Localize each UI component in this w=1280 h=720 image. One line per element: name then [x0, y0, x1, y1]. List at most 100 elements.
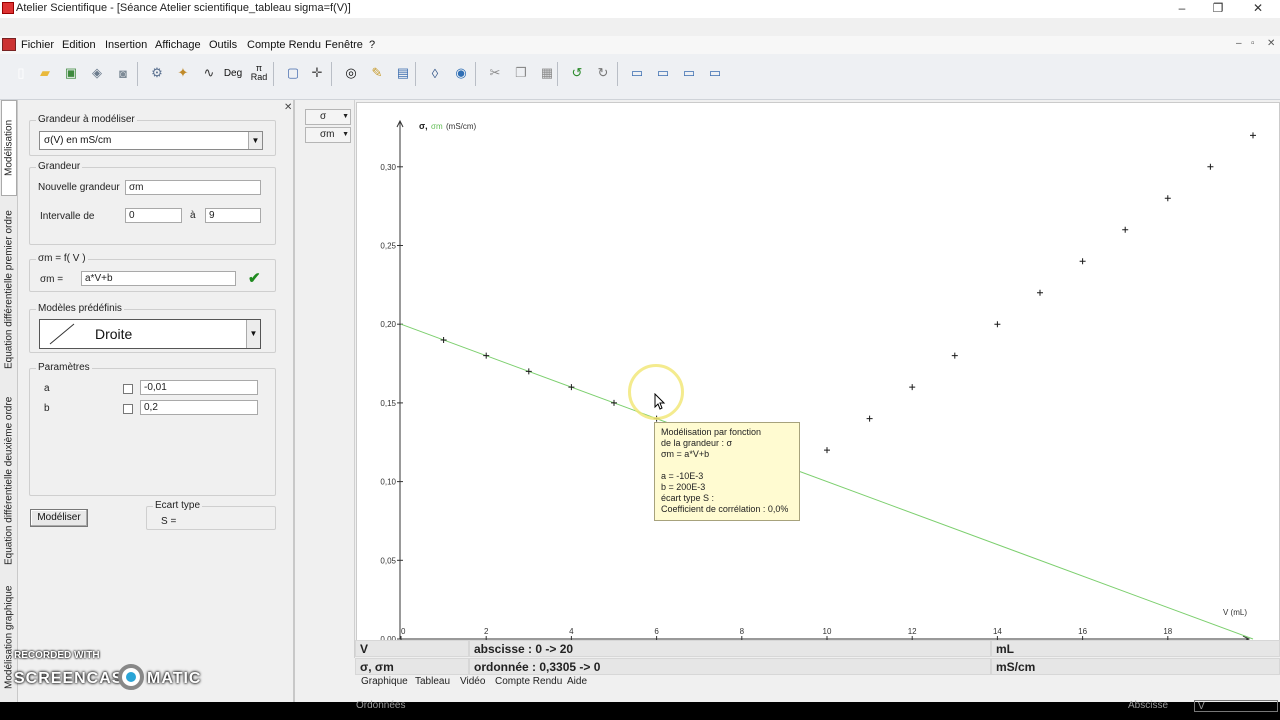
- undo-icon[interactable]: ↺: [566, 62, 588, 84]
- side-tab-deuxieme-ordre[interactable]: Equation différentielle deuxième ordre: [1, 386, 17, 576]
- line-model-icon: [49, 323, 75, 345]
- new-file-icon[interactable]: ▯: [10, 62, 32, 84]
- screencast-watermark: RECORDED WITH SCREENCAST MATIC: [10, 650, 210, 700]
- side-tab-premier-ordre[interactable]: Equation différentielle premier ordre: [1, 200, 17, 380]
- grandeur-selector-strip: σ ▼ σm ▼: [300, 100, 355, 658]
- tab-aide[interactable]: Aide: [567, 676, 587, 687]
- frame-icon[interactable]: ▢: [282, 62, 304, 84]
- data-point: [1250, 132, 1256, 139]
- side-tab-modelisation[interactable]: Modélisation: [1, 100, 17, 196]
- data-point: [483, 352, 490, 359]
- grandeur-a-modeliser-label: Grandeur à modéliser: [36, 114, 137, 125]
- param-a-field[interactable]: -0,01: [140, 380, 258, 395]
- scatter-chart[interactable]: 0,000,050,100,150,200,250,30024681012141…: [357, 103, 1279, 655]
- tooltip-line: Modélisation par fonction: [661, 427, 762, 437]
- panel-close-icon[interactable]: ✕: [284, 102, 292, 113]
- document-restore-button[interactable]: ▫: [1251, 38, 1255, 49]
- selector-sigma-label: σ: [320, 111, 327, 122]
- menu-help[interactable]: ?: [369, 39, 375, 51]
- window-3-icon[interactable]: ▭: [678, 62, 700, 84]
- abscisse-select[interactable]: V: [1194, 700, 1278, 712]
- nouvelle-grandeur-field[interactable]: σm: [125, 180, 261, 195]
- menu-fichier[interactable]: Fichier: [21, 39, 54, 51]
- menu-fenetre[interactable]: Fenêtre: [325, 39, 363, 51]
- properties-icon[interactable]: ◈: [86, 62, 108, 84]
- rad-icon[interactable]: π Rad: [248, 62, 270, 84]
- tab-tableau[interactable]: Tableau: [415, 676, 450, 687]
- tooltip-line: a = -10E-3: [661, 471, 704, 481]
- globe-icon[interactable]: ◉: [450, 62, 472, 84]
- checkmark-icon[interactable]: ✔: [248, 269, 261, 287]
- book-icon[interactable]: ▤: [392, 62, 414, 84]
- intervalle-to-field[interactable]: 9: [205, 208, 261, 223]
- tab-video[interactable]: Vidéo: [460, 676, 485, 687]
- restore-button[interactable]: ❐: [1200, 0, 1236, 16]
- window-4-icon[interactable]: ▭: [704, 62, 726, 84]
- tools-icon[interactable]: ⚙: [146, 62, 168, 84]
- modeles-group-label: Modèles prédéfinis: [36, 303, 124, 314]
- x-tick-label: 14: [993, 627, 1002, 636]
- data-point: [525, 368, 532, 375]
- toolbar-separator: [475, 62, 476, 86]
- menu-edition[interactable]: Edition: [62, 39, 96, 51]
- param-a-checkbox[interactable]: [123, 384, 133, 394]
- bottom-strip: Ordonnées Abscisse V: [0, 700, 1280, 720]
- data-point: [1164, 195, 1171, 202]
- x-tick-label: 8: [740, 627, 745, 636]
- window-1-icon[interactable]: ▭: [626, 62, 648, 84]
- paste-icon[interactable]: ▦: [536, 62, 558, 84]
- menu-bar: Fichier Edition Insertion Affichage Outi…: [0, 36, 1280, 54]
- y-variable-cell[interactable]: σ, σm: [355, 658, 469, 675]
- x-tick-label: 10: [823, 627, 832, 636]
- window-2-icon[interactable]: ▭: [652, 62, 674, 84]
- document-minimize-button[interactable]: –: [1236, 38, 1242, 49]
- selector-sigma[interactable]: σ ▼: [305, 109, 351, 125]
- data-point: [611, 399, 617, 406]
- modeliser-button[interactable]: Modéliser: [30, 509, 88, 527]
- target-icon[interactable]: ◎: [340, 62, 362, 84]
- copy-icon[interactable]: ❐: [510, 62, 532, 84]
- view-tabs: Graphique Tableau Vidéo Compte Rendu Aid…: [355, 676, 1280, 687]
- redo-icon[interactable]: ↻: [592, 62, 614, 84]
- x-variable-cell[interactable]: V: [355, 640, 469, 657]
- menu-insertion[interactable]: Insertion: [105, 39, 147, 51]
- data-point: [994, 321, 1001, 328]
- pencil-icon[interactable]: ✎: [366, 62, 388, 84]
- chevron-down-icon: ▼: [342, 131, 349, 138]
- equation-field[interactable]: a*V+b: [81, 271, 236, 286]
- graph-area[interactable]: 0,000,050,100,150,200,250,30024681012141…: [356, 102, 1280, 656]
- print-icon[interactable]: ◙: [112, 62, 134, 84]
- param-b-field[interactable]: 0,2: [140, 400, 258, 415]
- side-tab-strip: Modélisation Equation différentielle pre…: [0, 100, 18, 702]
- menu-affichage[interactable]: Affichage: [155, 39, 201, 51]
- cut-icon[interactable]: ✂: [484, 62, 506, 84]
- app-icon: [2, 2, 14, 14]
- curve-icon[interactable]: ∿: [198, 62, 220, 84]
- tooltip-line: b = 200E-3: [661, 482, 706, 492]
- data-point: [909, 384, 916, 391]
- data-point: [824, 447, 830, 454]
- document-close-button[interactable]: ✕: [1267, 38, 1275, 49]
- param-b-checkbox[interactable]: [123, 404, 133, 414]
- pointer-icon[interactable]: ✦: [172, 62, 194, 84]
- modele-select[interactable]: Droite ▼: [39, 319, 261, 349]
- document-icon[interactable]: [2, 38, 16, 51]
- menu-outils[interactable]: Outils: [209, 39, 237, 51]
- selector-sigma-m[interactable]: σm ▼: [305, 127, 351, 143]
- close-button[interactable]: ✕: [1240, 0, 1276, 16]
- tab-compte-rendu[interactable]: Compte Rendu: [495, 676, 562, 687]
- window-title: Atelier Scientifique - [Séance Atelier s…: [16, 2, 351, 14]
- parametres-group: Paramètres a -0,01 b 0,2: [29, 362, 276, 496]
- save-icon[interactable]: ▣: [60, 62, 82, 84]
- wave-icon[interactable]: ◊: [424, 62, 446, 84]
- tab-graphique[interactable]: Graphique: [361, 676, 408, 687]
- open-folder-icon[interactable]: ▰: [34, 62, 56, 84]
- grandeur-select[interactable]: σ(V) en mS/cm ▼: [39, 131, 263, 150]
- watermark-brand-left: SCREENCAST: [14, 670, 135, 687]
- menu-compte-rendu[interactable]: Compte Rendu: [247, 39, 321, 51]
- intervalle-from-field[interactable]: 0: [125, 208, 182, 223]
- cursor-highlight-ring: [628, 364, 684, 420]
- deg-icon[interactable]: Deg: [222, 62, 244, 84]
- minimize-button[interactable]: –: [1164, 0, 1200, 16]
- crosshair-icon[interactable]: ✛: [306, 62, 328, 84]
